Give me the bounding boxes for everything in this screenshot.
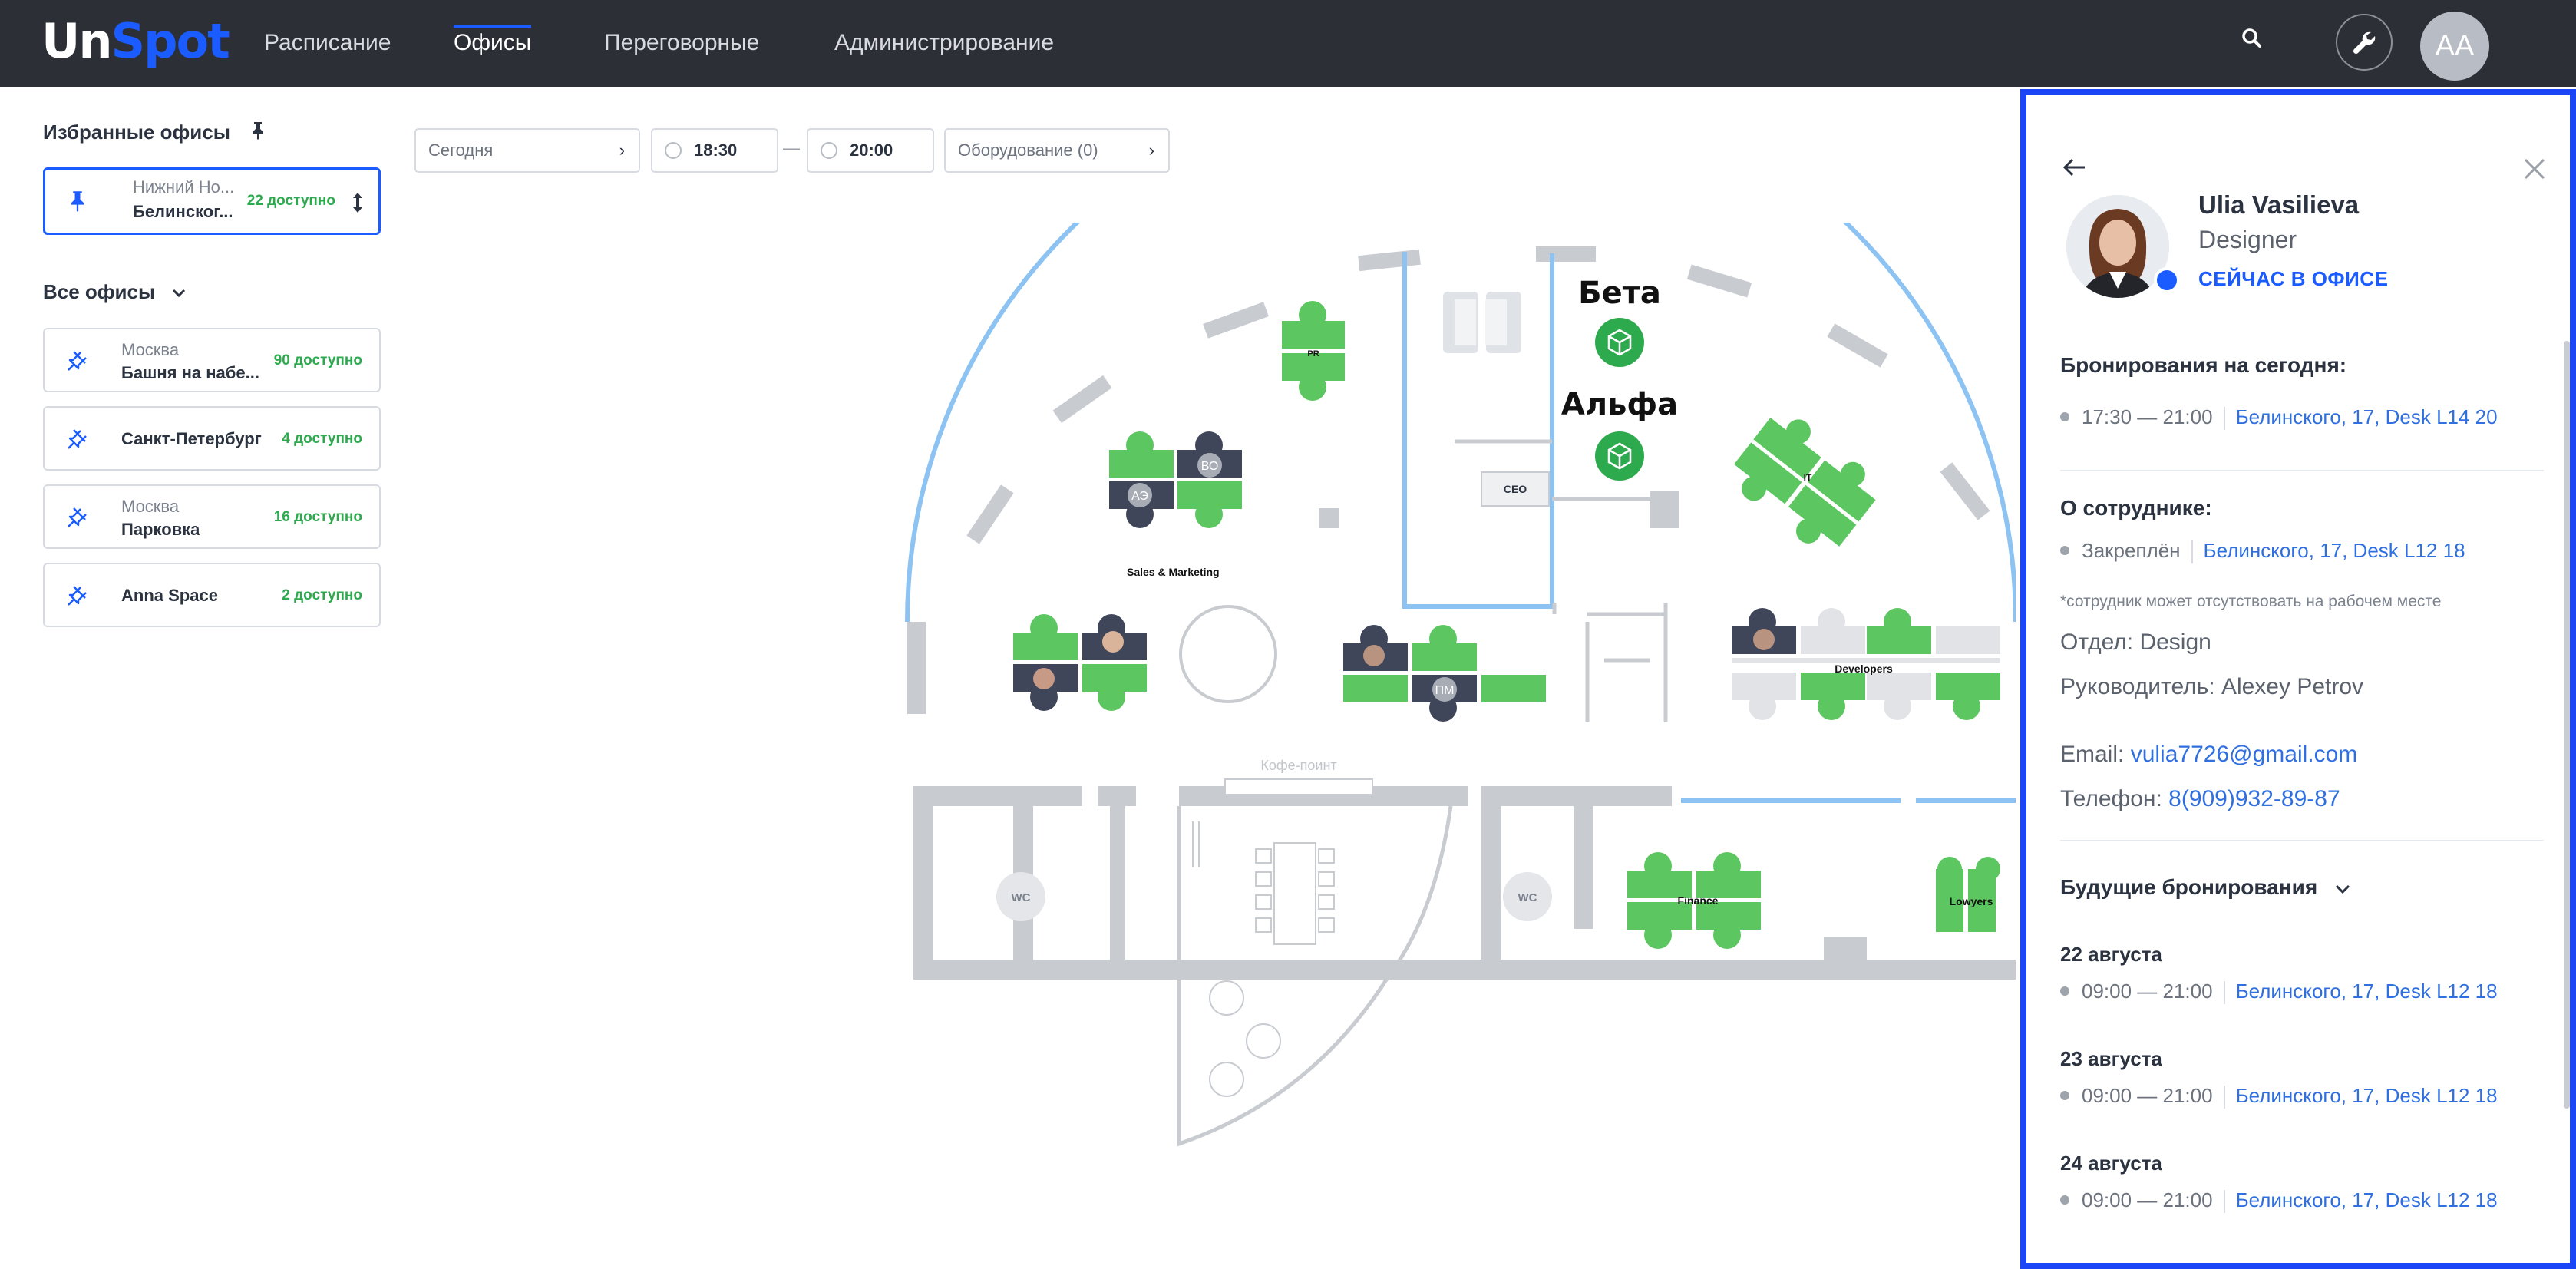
today-bookings-title: Бронирования на сегодня: (2060, 353, 2347, 377)
nav-schedule[interactable]: Расписание (264, 28, 391, 58)
phone-row: Телефон: 8(909)932-89-87 (2060, 786, 2340, 811)
pin-outline-icon (68, 586, 87, 606)
desk-initials-az: АЭ (1131, 490, 1148, 503)
room-label-wc: WC (1518, 891, 1537, 904)
pin-outline-icon (68, 507, 87, 527)
equipment-filter[interactable]: Оборудование (0) › (944, 128, 1170, 173)
desk-initials-pm: ПМ (1435, 684, 1455, 697)
favorites-title: Избранные офисы (43, 120, 266, 144)
phone-link[interactable]: 8(909)932-89-87 (2168, 786, 2340, 811)
future-booking-row: 09:00 — 21:00 Белинского, 17, Desk L12 18 (2060, 980, 2498, 1005)
office-city: Нижний Но... (133, 177, 235, 197)
chevron-down-icon (173, 289, 186, 298)
office-availability: 90 доступно (273, 352, 362, 368)
department: Отдел: Design (2060, 630, 2211, 655)
future-bookings-toggle[interactable]: Будущие бронирования (2060, 875, 2351, 900)
future-booking-date: 24 августа (2060, 1152, 2162, 1175)
room-label-coffee: Кофе-поинт (1260, 758, 1336, 773)
future-booking-date: 22 августа (2060, 943, 2162, 966)
office-city: Москва (121, 497, 180, 516)
date-filter[interactable]: Сегодня › (414, 128, 640, 173)
office-card[interactable]: Москва Парковка 16 доступно (43, 484, 381, 549)
all-offices-toggle[interactable]: Все офисы (43, 279, 187, 304)
employee-name: Ulia Vasilieva (2198, 190, 2360, 219)
office-availability: 2 доступно (282, 587, 362, 603)
pin-outline-icon (68, 351, 87, 371)
future-booking-row: 09:00 — 21:00 Белинского, 17, Desk L12 18 (2060, 1188, 2498, 1214)
chevron-right-icon: › (619, 140, 625, 160)
favorite-office-card[interactable]: Нижний Но... Белинског... 22 доступно (43, 167, 381, 235)
back-arrow-icon[interactable] (2057, 150, 2091, 184)
booking-location-link[interactable]: Белинского, 17, Desk L12 18 (2236, 1188, 2498, 1211)
today-booking-row: 17:30 — 21:00 Белинского, 17, Desk L14 20 (2060, 405, 2498, 431)
nav-offices[interactable]: Офисы (454, 25, 532, 58)
pinned-desk-link[interactable]: Белинского, 17, Desk L12 18 (2204, 539, 2465, 562)
future-booking-date: 23 августа (2060, 1047, 2162, 1070)
room-label-lowyers: Lowyers (1950, 895, 1993, 907)
office-name: Anna Space (121, 586, 218, 605)
manager: Руководитель: Alexey Petrov (2060, 674, 2364, 699)
pin-icon (253, 122, 264, 140)
floor-map[interactable]: CEO Бета Альфа PR ВО АЭ Sales & Marketin… (883, 223, 2019, 1205)
app-logo[interactable]: UnSpot (41, 11, 230, 72)
desk-initials-bo: ВО (1201, 460, 1219, 473)
time-from-field[interactable]: 18:30 (651, 128, 778, 173)
close-icon[interactable] (2519, 154, 2550, 184)
chevron-right-icon: › (1148, 140, 1154, 160)
tools-button[interactable] (2336, 14, 2393, 71)
email-link[interactable]: vulia7726@gmail.com (2131, 742, 2358, 767)
employee-panel: Ulia Vasilieva Designer СЕЙЧАС В ОФИСЕ Б… (2020, 89, 2576, 1269)
presence-indicator (2154, 267, 2180, 293)
top-bar: UnSpot Расписание Офисы Переговорные Адм… (0, 0, 2576, 87)
clock-icon (821, 142, 837, 159)
pinned-desk-row: Закреплён Белинского, 17, Desk L12 18 (2060, 539, 2465, 564)
booking-location-link[interactable]: Белинского, 17, Desk L12 18 (2236, 980, 2498, 1003)
employee-status: СЕЙЧАС В ОФИСЕ (2198, 267, 2389, 290)
room-label-beta: Бета (1578, 276, 1661, 311)
room-label-sales: Sales & Marketing (1127, 566, 1220, 578)
office-availability: 22 доступно (246, 193, 335, 209)
about-title: О сотруднике: (2060, 496, 2212, 520)
office-name: Белинског... (133, 202, 233, 221)
room-label-alpha: Альфа (1561, 387, 1678, 422)
office-card[interactable]: Санкт-Петербург 4 доступно (43, 406, 381, 471)
room-label-developers: Developers (1835, 663, 1893, 675)
search-button[interactable] (2237, 23, 2267, 54)
office-availability: 16 доступно (273, 509, 362, 525)
wrench-icon (2353, 31, 2376, 55)
booking-location-link[interactable]: Белинского, 17, Desk L12 18 (2236, 1084, 2498, 1107)
employee-role: Designer (2198, 226, 2297, 253)
room-label-finance: Finance (1678, 894, 1719, 907)
office-card[interactable]: Anna Space 2 доступно (43, 563, 381, 627)
office-card[interactable]: Москва Башня на набе... 90 доступно (43, 328, 381, 392)
absence-note: *сотрудник может отсутствовать на рабоче… (2060, 593, 2442, 610)
room-label-pr: PR (1307, 349, 1319, 359)
search-icon (2242, 28, 2261, 48)
panel-scrollbar[interactable] (2564, 341, 2570, 1109)
pin-outline-icon (68, 429, 87, 449)
room-label-it: IT (1804, 472, 1812, 483)
office-name: Парковка (121, 520, 200, 539)
office-city: Москва (121, 340, 180, 359)
office-name: Санкт-Петербург (121, 429, 262, 448)
reorder-icon[interactable] (351, 191, 365, 214)
chevron-down-icon (2335, 884, 2350, 894)
office-name: Башня на набе... (121, 363, 259, 382)
pin-filled-icon (71, 191, 84, 212)
office-availability: 4 доступно (282, 431, 362, 447)
room-label-wc: WC (1012, 891, 1031, 904)
room-label-ceo: CEO (1504, 483, 1527, 495)
booking-location-link[interactable]: Белинского, 17, Desk L14 20 (2236, 405, 2498, 428)
user-avatar[interactable]: AA (2420, 12, 2489, 81)
nav-meeting-rooms[interactable]: Переговорные (604, 28, 759, 58)
email-row: Email: vulia7726@gmail.com (2060, 742, 2358, 767)
time-separator: — (783, 138, 800, 157)
future-booking-row: 09:00 — 21:00 Белинского, 17, Desk L12 18 (2060, 1084, 2498, 1109)
time-to-field[interactable]: 20:00 (807, 128, 934, 173)
nav-administration[interactable]: Администрирование (834, 28, 1054, 58)
clock-icon (665, 142, 682, 159)
